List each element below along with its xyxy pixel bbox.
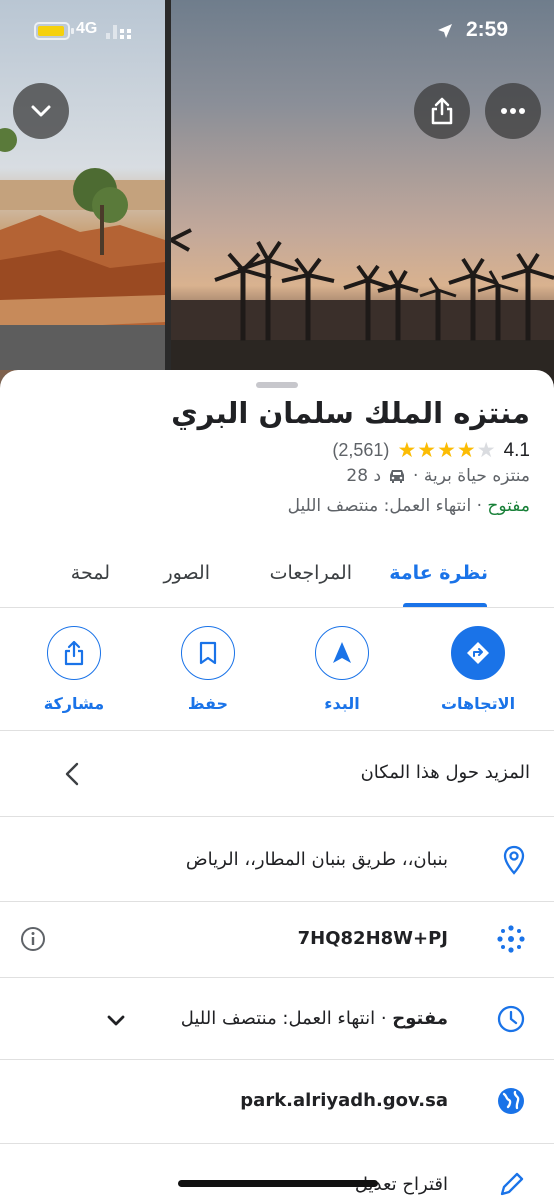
hours-detail: مفتوح · انتهاء العمل: منتصف الليل: [181, 1008, 448, 1029]
directions-label: الاتجاهات: [440, 694, 516, 713]
navigation-icon: [333, 642, 351, 663]
reviews-count: (2,561): [332, 440, 390, 460]
share-icon: [64, 640, 84, 666]
drive-time: 28 د: [346, 466, 382, 486]
clock-icon: [497, 1005, 525, 1033]
website-row[interactable]: park.alriyadh.gov.sa: [0, 1060, 554, 1144]
open-status: مفتوح: [487, 496, 530, 516]
hours-text: · انتهاء العمل: منتصف الليل: [287, 496, 488, 516]
share-icon: [431, 97, 453, 125]
category: منتزه حياة برية ·: [413, 466, 530, 486]
star-icon: ★: [456, 439, 476, 462]
share-label: مشاركة: [43, 694, 105, 713]
plus-code-row[interactable]: 7HQ82H8W+PJ: [0, 902, 554, 978]
hours-row[interactable]: مفتوح · انتهاء العمل: منتصف الليل: [0, 978, 554, 1060]
hours-summary[interactable]: مفتوح · انتهاء العمل: منتصف الليل: [288, 496, 530, 516]
home-indicator[interactable]: [178, 1180, 378, 1187]
plus-code-icon: [497, 925, 525, 953]
tab-bar: نظرة عامة المراجعات الصور لمحة: [0, 546, 554, 608]
chevron-down-icon: [31, 105, 51, 117]
chevron-left-icon: [65, 762, 79, 786]
star-icon: ★: [397, 439, 417, 462]
address: بنبان،، طريق بنبان المطار،، الرياض: [185, 849, 448, 870]
location-pin-icon: [503, 845, 525, 875]
hours-open-status: مفتوح: [392, 1008, 448, 1029]
edit-pencil-icon: [500, 1172, 524, 1196]
hours-detail-text: · انتهاء العمل: منتصف الليل: [180, 1008, 393, 1029]
globe-icon: [498, 1088, 524, 1114]
save-button[interactable]: حفظ: [153, 626, 263, 713]
tab-photos[interactable]: الصور: [163, 562, 210, 584]
save-label: حفظ: [187, 694, 229, 713]
about-label: المزيد حول هذا المكان: [360, 762, 530, 783]
place-title: منتزه الملك سلمان البري: [171, 396, 530, 430]
more-horizontal-icon: [501, 108, 525, 114]
directions-icon: [467, 642, 489, 664]
battery-icon: [34, 22, 74, 40]
photo-rocks[interactable]: [0, 0, 165, 420]
share-button[interactable]: مشاركة: [19, 626, 129, 713]
status-bar: 4G 2:59: [0, 0, 554, 62]
action-bar: الاتجاهات البدء حفظ مشاركة: [0, 608, 554, 731]
rating-stars: ★ ★ ★ ★ ★: [397, 438, 495, 463]
chevron-down-icon: [107, 1015, 125, 1026]
network-type: 4G: [76, 20, 98, 37]
start-button[interactable]: البدء: [287, 626, 397, 713]
share-photo-button[interactable]: [414, 83, 470, 139]
collapse-button[interactable]: [13, 83, 69, 139]
active-tab-indicator: [403, 603, 487, 607]
start-label: البدء: [324, 694, 360, 713]
website-link[interactable]: park.alriyadh.gov.sa: [240, 1090, 448, 1111]
rating-row[interactable]: 4.1 ★ ★ ★ ★ ★ (2,561): [332, 438, 530, 463]
place-sheet: منتزه الملك سلمان البري 4.1 ★ ★ ★ ★ ★ (2…: [0, 370, 554, 1200]
bookmark-icon: [199, 641, 217, 665]
tab-overview[interactable]: نظرة عامة: [389, 562, 488, 584]
directions-button[interactable]: الاتجاهات: [423, 626, 533, 713]
address-row[interactable]: بنبان،، طريق بنبان المطار،، الرياض: [0, 817, 554, 902]
about-row[interactable]: المزيد حول هذا المكان: [0, 731, 554, 817]
plus-code: 7HQ82H8W+PJ: [297, 928, 448, 949]
location-arrow-icon: [438, 24, 452, 38]
photo-carousel[interactable]: 4G 2:59: [0, 0, 554, 420]
star-empty-icon: ★: [476, 439, 496, 462]
tab-reviews[interactable]: المراجعات: [270, 562, 352, 584]
signal-icon: [106, 25, 131, 39]
star-icon: ★: [437, 439, 456, 462]
photo-palms-sunset[interactable]: [171, 0, 554, 420]
suggest-edit-row[interactable]: اقتراح تعديل: [0, 1144, 554, 1200]
more-options-button[interactable]: [485, 83, 541, 139]
drag-handle[interactable]: [256, 382, 298, 388]
tab-about[interactable]: لمحة: [71, 562, 110, 584]
clock: 2:59: [465, 18, 508, 41]
category-row: 28 د منتزه حياة برية ·: [346, 466, 530, 486]
star-icon: ★: [417, 439, 437, 462]
info-icon[interactable]: [20, 926, 46, 952]
car-icon: [390, 470, 405, 483]
rating-value: 4.1: [503, 439, 530, 461]
